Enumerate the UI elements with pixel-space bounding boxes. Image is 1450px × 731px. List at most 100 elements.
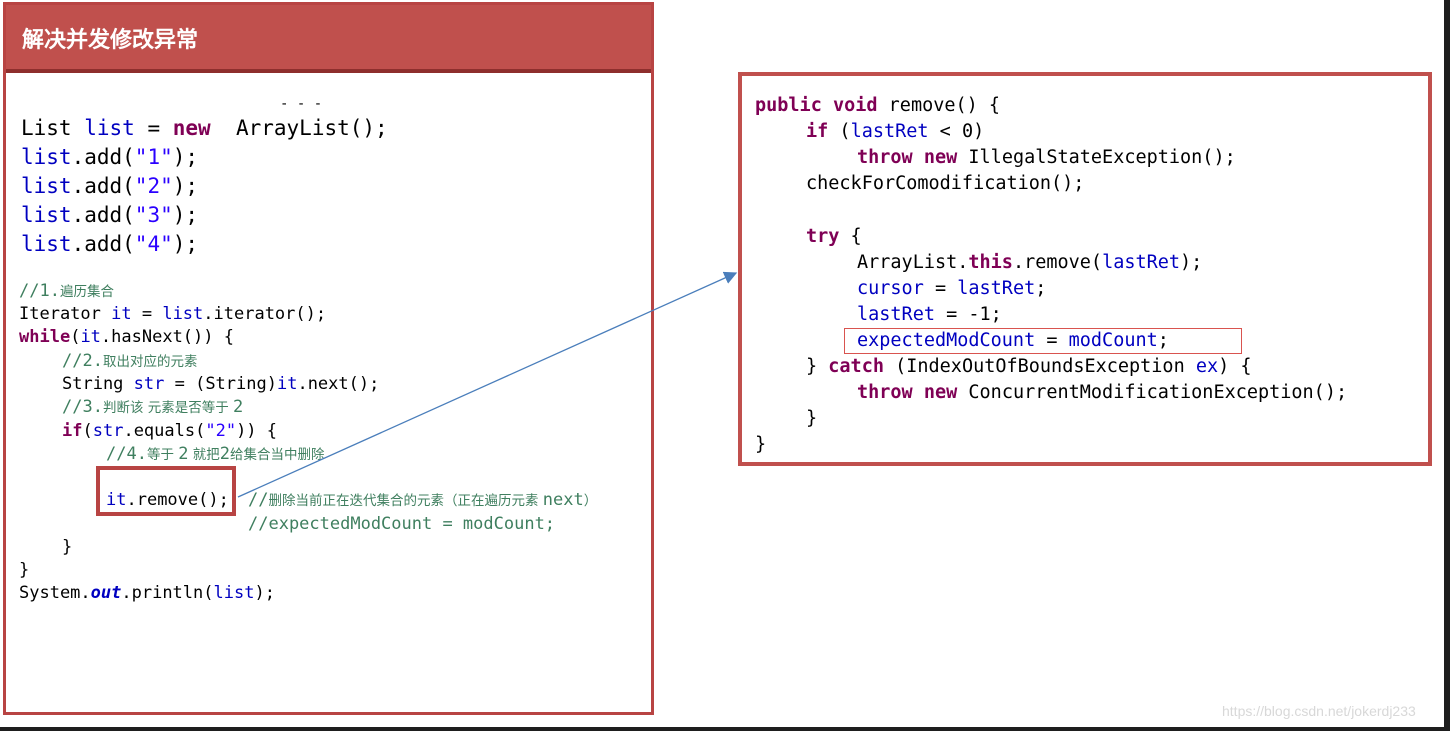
code-token: list	[213, 583, 255, 603]
code-comment-2: //2.取出对应的元素	[62, 350, 197, 374]
rcode-line-10: } catch (IndexOutOfBoundsException ex) {	[806, 354, 1252, 380]
code-token: .remove();	[126, 490, 229, 510]
code-line-iterator: Iterator it = list.iterator();	[19, 303, 326, 326]
rcode-line-2: if (lastRet < 0)	[806, 119, 984, 145]
code-token: it	[111, 304, 132, 324]
code-token: next	[542, 490, 584, 510]
code-token: ex	[1195, 356, 1219, 377]
code-token: lastRet	[857, 304, 935, 325]
code-brace-while-close: }	[19, 560, 30, 580]
rcode-line-12: }	[806, 408, 818, 429]
code-token: void	[832, 95, 878, 116]
code-line-string: String str = (String)it.next();	[62, 373, 379, 396]
code-token: if	[806, 121, 829, 142]
code-token: 取出对应的元素	[102, 354, 198, 370]
code-token: list	[21, 203, 72, 227]
code-token: 遍历集合	[59, 284, 114, 300]
code-token: IllegalStateException();	[957, 147, 1236, 168]
code-token: it	[276, 374, 298, 394]
rcode-line-6: ArrayList.this.remove(lastRet);	[857, 250, 1202, 276]
code-token: //3.	[62, 397, 103, 417]
code-token: lastRet	[1102, 252, 1181, 273]
code-line-add-2: list.add("2");	[21, 172, 198, 201]
code-line-while: while(it.hasNext()) {	[19, 326, 234, 349]
code-token: out	[90, 583, 122, 603]
code-line-add-4: list.add("4");	[21, 230, 198, 259]
code-token: 删除当前正在迭代集合的元素（正在遍历元素	[268, 493, 543, 509]
code-token: =	[131, 304, 163, 324]
code-token: );	[1180, 252, 1203, 273]
code-token: expectedModCount	[857, 330, 1036, 351]
code-token: new	[172, 116, 211, 140]
code-token: list	[162, 304, 204, 324]
rcode-line-1: public void remove() {	[755, 93, 1000, 119]
code-token: = (String)	[164, 374, 277, 394]
code-token: (	[828, 121, 851, 142]
rcode-line-3: throw new IllegalStateException();	[857, 145, 1236, 171]
code-token: try	[806, 226, 840, 247]
code-token: "2"	[205, 421, 237, 441]
code-token: "3"	[134, 203, 173, 227]
rcode-line-5: try {	[806, 224, 862, 250]
code-token: List	[21, 116, 85, 140]
code-token: while	[19, 327, 71, 347]
code-token: )) {	[236, 421, 278, 441]
code-token: .hasNext()) {	[100, 327, 234, 347]
code-token: "4"	[134, 232, 173, 256]
code-line-list-decl: List list = new ArrayList();	[21, 114, 388, 143]
code-token: );	[172, 174, 199, 198]
code-token: ) {	[1218, 356, 1252, 377]
code-token: }	[806, 356, 829, 377]
code-token: new	[923, 147, 958, 168]
code-line-remove: it.remove();	[106, 489, 229, 512]
code-token: 2	[219, 444, 231, 464]
code-token: 2	[233, 397, 244, 417]
code-token: //	[248, 490, 269, 510]
code-token: =	[1035, 330, 1069, 351]
code-token: ConcurrentModificationException();	[957, 382, 1348, 403]
code-token: it	[80, 327, 101, 347]
code-token: );	[254, 583, 275, 603]
code-token: .iterator();	[203, 304, 327, 324]
code-token: it	[106, 490, 127, 510]
code-token: (IndexOutOfBoundsException	[883, 356, 1196, 377]
code-token: System.	[19, 583, 91, 603]
code-line-add-1: list.add("1");	[21, 143, 198, 172]
code-token: =	[134, 116, 173, 140]
window-edge-bottom	[0, 727, 1450, 731]
code-token: modCount	[1068, 330, 1158, 351]
code-comment-4: //4.等于 2 就把2给集合当中删除	[106, 443, 325, 467]
code-token: cursor	[857, 278, 924, 299]
code-token: ;	[1035, 278, 1047, 299]
code-line-add-3: list.add("3");	[21, 201, 198, 230]
code-token: .equals(	[123, 421, 206, 441]
rcode-line-7: cursor = lastRet;	[857, 276, 1046, 302]
rcode-line-11: throw new ConcurrentModificationExceptio…	[857, 380, 1347, 406]
code-token: "2"	[134, 174, 173, 198]
code-token: 就把	[188, 447, 220, 463]
code-token: ;	[1157, 330, 1169, 351]
code-token: str	[92, 421, 124, 441]
code-comment-expected: //expectedModCount = modCount;	[248, 514, 556, 534]
code-token: =	[923, 278, 958, 299]
code-token: (	[82, 421, 93, 441]
code-token: .add(	[71, 145, 135, 169]
code-token: catch	[828, 356, 884, 377]
code-token: .add(	[71, 203, 135, 227]
code-token: );	[172, 232, 199, 256]
code-line-if: if(str.equals("2")) {	[62, 420, 277, 443]
code-token: this	[968, 252, 1013, 273]
code-token: lastRet	[957, 278, 1036, 299]
rcode-line-8: lastRet = -1;	[857, 302, 1002, 328]
code-token: list	[21, 145, 72, 169]
code-token: < 0)	[928, 121, 985, 142]
code-token: .next();	[297, 374, 380, 394]
code-token: "1"	[134, 145, 173, 169]
code-token: = -1;	[934, 304, 1002, 325]
code-token: //4.	[106, 444, 147, 464]
code-token: new	[923, 382, 958, 403]
code-token: .println(	[121, 583, 214, 603]
code-token: .add(	[71, 174, 135, 198]
code-token: throw	[857, 147, 913, 168]
rcode-line-4: checkForComodification();	[806, 173, 1085, 194]
